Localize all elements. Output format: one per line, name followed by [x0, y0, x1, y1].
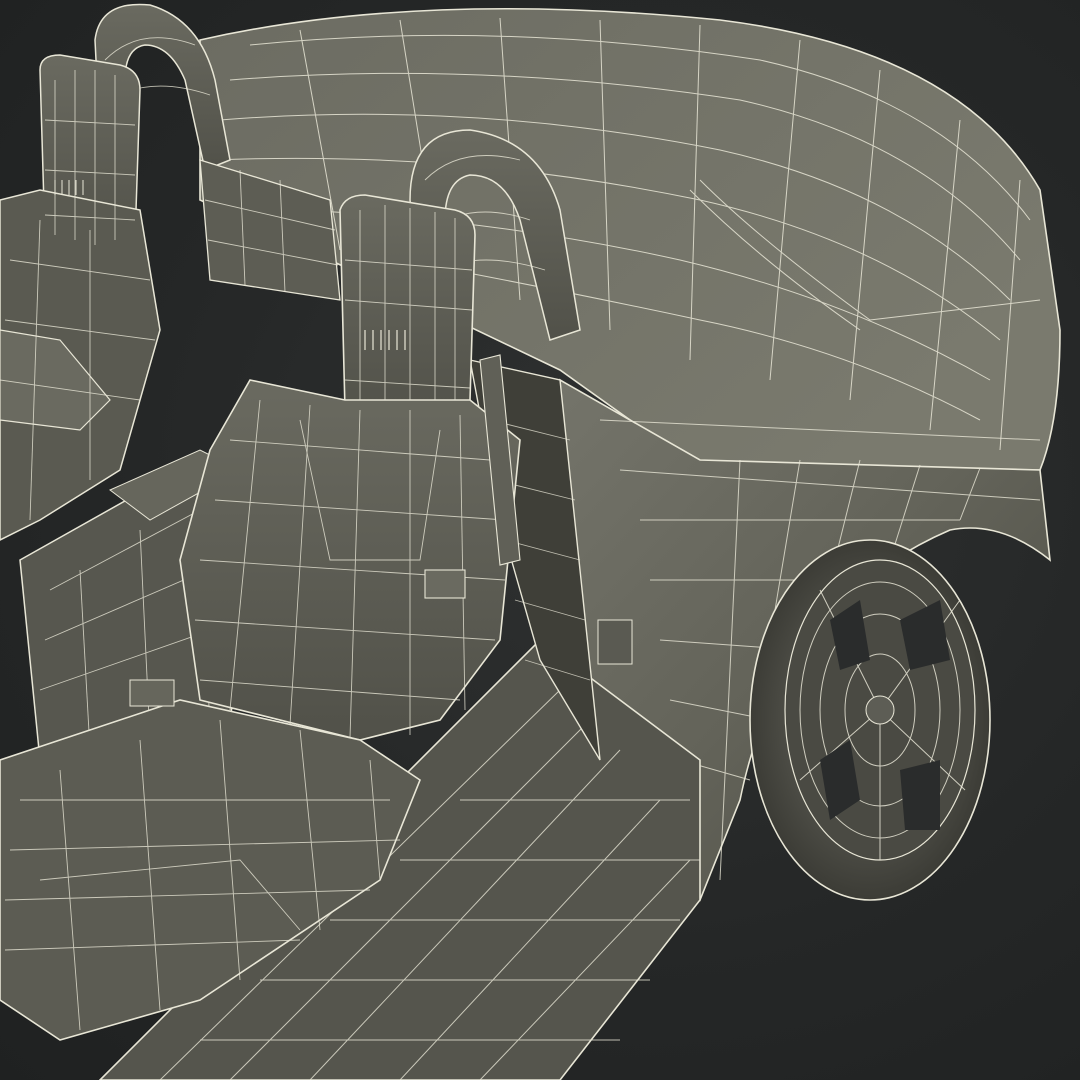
- door-latch: [597, 619, 633, 665]
- car-wireframe-render: [0, 3, 1061, 1080]
- rear-wheel: [749, 539, 991, 901]
- belt-anchor: [129, 679, 175, 707]
- left-seat: [0, 54, 161, 541]
- belt-buckle: [424, 569, 466, 599]
- viewport-background: [0, 0, 1080, 1080]
